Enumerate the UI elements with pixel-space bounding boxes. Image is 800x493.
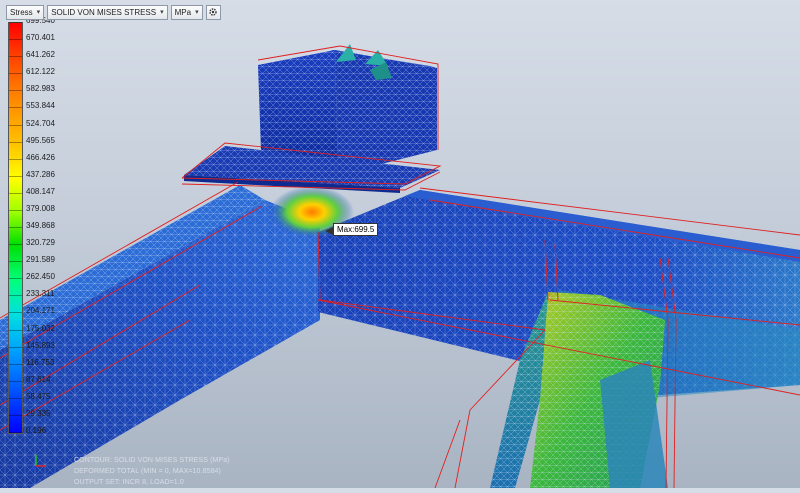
gear-icon xyxy=(209,8,217,16)
info-deformed: DEFORMED TOTAL (MIN = 0, MAX=10.8584) xyxy=(74,468,221,475)
legend-tick-line xyxy=(9,312,22,314)
legend-tick-line xyxy=(9,107,22,109)
legend-tick-line xyxy=(9,192,22,194)
legend-tick-label: 291.589 xyxy=(26,255,55,265)
component-value: SOLID VON MISES STRESS xyxy=(51,7,157,17)
legend-tick-line xyxy=(9,261,22,263)
legend-tick-label: 262.450 xyxy=(26,272,55,282)
info-contour: CONTOUR: SOLID VON MISES STRESS (MPa) xyxy=(74,457,230,464)
legend-tick-label: 553.844 xyxy=(26,101,55,111)
color-legend[interactable]: 699.540 670.401 641.262 612.122 582.983 553.8… xyxy=(8,16,78,437)
legend-tick-line xyxy=(9,432,22,433)
legend-tick-label: 670.401 xyxy=(26,33,55,43)
legend-tick-line xyxy=(9,329,22,331)
legend-tick-line xyxy=(9,56,22,58)
legend-tick-label: 233.311 xyxy=(26,289,55,299)
legend-tick-label: 145.893 xyxy=(26,340,55,350)
legend-tick-label: 320.729 xyxy=(26,238,55,248)
color-bar-settings-button[interactable] xyxy=(205,4,221,20)
max-probe-label[interactable]: Max:699.5 xyxy=(333,223,379,236)
legend-tick-line xyxy=(9,175,22,177)
legend-tick-line xyxy=(9,158,22,160)
legend-tick-line xyxy=(9,209,22,211)
legend-tick-line xyxy=(9,346,22,348)
result-type-value: Stress xyxy=(10,7,33,17)
legend-tick-label: 524.704 xyxy=(26,118,55,128)
legend-tick-line xyxy=(9,244,22,246)
info-output-set: OUTPUT SET: INCR 8, LOAD=1.0 xyxy=(74,479,184,486)
chevron-down-icon: ▾ xyxy=(195,9,199,16)
legend-tick-label: 466.426 xyxy=(26,152,55,162)
legend-tick-line xyxy=(9,39,22,41)
max-probe-pointer xyxy=(325,227,333,235)
legend-tick-label: 641.262 xyxy=(26,50,55,60)
result-type-dropdown[interactable]: Stress ▾ xyxy=(6,4,45,20)
chevron-down-icon: ▾ xyxy=(160,9,164,16)
component-dropdown[interactable]: SOLID VON MISES STRESS ▾ xyxy=(47,4,168,20)
legend-tick-label: 437.286 xyxy=(26,169,55,179)
legend-tick-label: 29.335 xyxy=(26,408,51,418)
legend-tick-label: 87.614 xyxy=(26,374,51,384)
legend-tick-line xyxy=(9,397,22,399)
legend-tick-label: 0.196 xyxy=(26,426,47,435)
legend-tick-label: 204.171 xyxy=(26,306,55,316)
unit-dropdown[interactable]: MPa ▾ xyxy=(170,4,203,20)
model-render xyxy=(0,44,800,489)
unit-value: MPa xyxy=(174,7,192,17)
fea-viewport[interactable]: Stress ▾ SOLID VON MISES STRESS ▾ MPa ▾ … xyxy=(0,0,800,489)
legend-tick-label: 582.983 xyxy=(26,84,55,94)
legend-tick-label: 175.032 xyxy=(26,323,55,333)
legend-tick-label: 58.475 xyxy=(26,391,51,401)
legend-tick-line xyxy=(9,141,22,143)
legend-ticks: 699.540 670.401 641.262 612.122 582.983 553.8… xyxy=(8,16,78,435)
legend-tick-line xyxy=(9,227,22,228)
chevron-down-icon: ▾ xyxy=(36,9,41,16)
legend-tick-label: 408.147 xyxy=(26,186,55,196)
legend-tick-label: 349.868 xyxy=(26,221,55,230)
result-info: CONTOUR: SOLID VON MISES STRESS (MPa) DE… xyxy=(74,455,230,488)
legend-tick-label: 116.753 xyxy=(26,357,55,367)
legend-tick-line xyxy=(9,295,22,297)
legend-tick-line xyxy=(9,414,22,416)
legend-tick-line xyxy=(9,90,22,92)
result-toolbar: Stress ▾ SOLID VON MISES STRESS ▾ MPa ▾ xyxy=(6,4,221,20)
legend-tick-line xyxy=(9,380,22,382)
legend-tick-label: 495.565 xyxy=(26,135,55,145)
legend-tick-line xyxy=(9,363,22,365)
legend-tick-line xyxy=(9,124,22,126)
legend-tick-line xyxy=(9,22,22,23)
legend-tick-label: 612.122 xyxy=(26,67,55,77)
legend-tick-line xyxy=(9,73,22,75)
legend-tick-line xyxy=(9,278,22,280)
legend-tick-label: 379.008 xyxy=(26,203,55,213)
axis-triad-icon[interactable] xyxy=(30,452,50,472)
